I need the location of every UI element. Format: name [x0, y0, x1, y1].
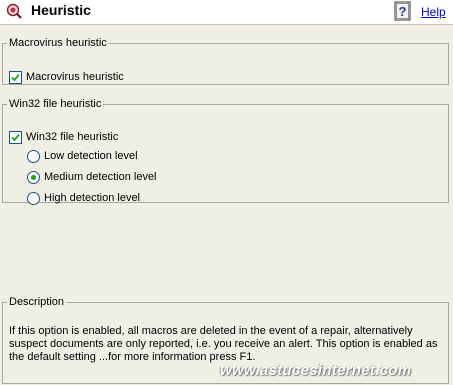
high-level-radio-row[interactable]: High detection level	[27, 190, 140, 206]
macrovirus-group: Macrovirus heuristic Macrovirus heuristi…	[2, 37, 449, 85]
medium-level-radio-row[interactable]: Medium detection level	[27, 169, 157, 185]
macrovirus-checkbox-row[interactable]: Macrovirus heuristic	[9, 69, 124, 85]
medium-level-radio[interactable]	[27, 170, 40, 184]
win32-group: Win32 file heuristic Win32 file heuristi…	[2, 98, 449, 206]
watermark: www.astucesinternet.com	[220, 362, 412, 379]
win32-checkbox-row[interactable]: Win32 file heuristic	[9, 129, 118, 145]
win32-checkbox[interactable]	[9, 130, 22, 144]
macrovirus-checkbox-label: Macrovirus heuristic	[26, 71, 124, 83]
medium-level-label: Medium detection level	[44, 171, 157, 183]
page-title: Heuristic	[31, 2, 91, 18]
description-text: If this option is enabled, all macros ar…	[9, 325, 438, 363]
help-link[interactable]: Help	[421, 5, 446, 19]
low-level-radio[interactable]	[27, 149, 40, 163]
win32-group-legend: Win32 file heuristic	[9, 98, 102, 110]
low-level-radio-row[interactable]: Low detection level	[27, 148, 138, 164]
help-book-icon[interactable]: ?	[393, 0, 413, 22]
low-level-label: Low detection level	[44, 150, 138, 162]
description-legend: Description	[9, 296, 65, 308]
high-level-label: High detection level	[44, 192, 141, 204]
macrovirus-group-legend: Macrovirus heuristic	[9, 37, 107, 49]
macrovirus-checkbox[interactable]	[9, 70, 22, 84]
high-level-radio[interactable]	[27, 191, 40, 205]
win32-checkbox-label: Win32 file heuristic	[26, 131, 119, 143]
header-bar: Heuristic ? Help	[0, 0, 453, 25]
svg-text:?: ?	[399, 4, 407, 19]
heuristic-icon	[6, 3, 22, 19]
